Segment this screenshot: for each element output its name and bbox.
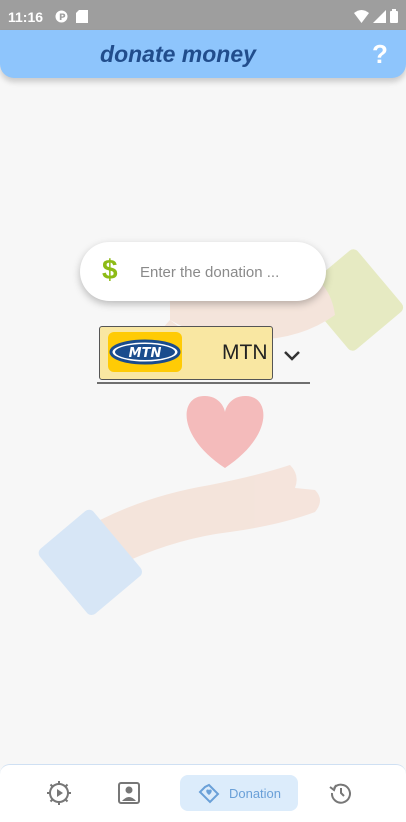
nav-item-history[interactable] bbox=[320, 775, 362, 811]
app-bar: donate money ? bbox=[0, 30, 406, 78]
help-button[interactable]: ? bbox=[366, 38, 394, 70]
chevron-down-icon[interactable] bbox=[283, 350, 301, 362]
signal-icon bbox=[373, 9, 386, 23]
history-icon bbox=[329, 783, 351, 804]
handshake-heart-icon bbox=[198, 783, 220, 804]
page-title: donate money bbox=[100, 41, 256, 67]
bottom-hand-illustration bbox=[38, 465, 320, 615]
nav-item-donation[interactable]: Donation bbox=[180, 775, 298, 811]
heart-illustration bbox=[186, 395, 264, 468]
donation-amount-field[interactable]: $ bbox=[80, 242, 326, 301]
status-time: 11:16 bbox=[8, 9, 44, 25]
selected-provider: MTN MTN bbox=[99, 326, 273, 380]
dropdown-underline bbox=[97, 382, 310, 384]
nav-label-donation: Donation bbox=[228, 785, 282, 801]
provider-name: MTN bbox=[222, 341, 268, 364]
notification-icon: P bbox=[55, 10, 68, 23]
sd-card-icon bbox=[76, 10, 88, 23]
status-bar: 11:16 P bbox=[0, 0, 406, 34]
dollar-icon: $ bbox=[102, 254, 118, 285]
gear-play-icon bbox=[47, 781, 71, 805]
status-icons bbox=[354, 9, 398, 23]
payment-provider-dropdown[interactable]: MTN MTN bbox=[97, 326, 310, 384]
donation-amount-input[interactable] bbox=[138, 258, 312, 286]
svg-text:P: P bbox=[59, 13, 66, 23]
nav-item-tutorial[interactable] bbox=[38, 775, 80, 811]
wifi-icon bbox=[354, 9, 369, 23]
mtn-logo: MTN bbox=[108, 332, 182, 372]
mtn-logo-text: MTN bbox=[129, 346, 162, 361]
profile-picture-icon bbox=[118, 782, 140, 804]
battery-icon bbox=[390, 9, 398, 23]
bottom-navigation: Donation bbox=[0, 764, 406, 822]
nav-item-profile[interactable] bbox=[108, 775, 150, 811]
